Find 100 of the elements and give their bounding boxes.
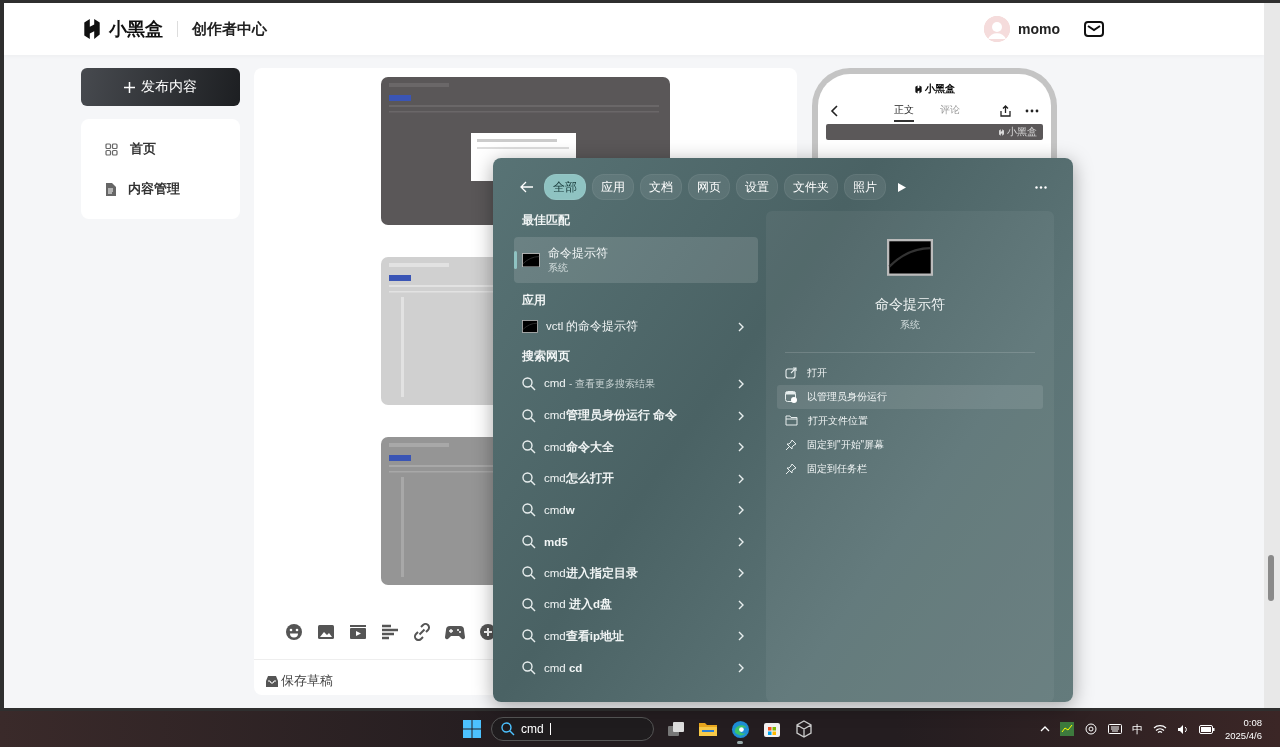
link-icon[interactable] bbox=[413, 623, 431, 641]
web-suggestion[interactable]: cmd - 查看更多搜索结果 bbox=[514, 368, 758, 400]
wifi-icon[interactable] bbox=[1153, 723, 1167, 735]
search-icon bbox=[522, 566, 536, 581]
preview-tab[interactable]: 正文 bbox=[894, 100, 914, 122]
search-icon bbox=[522, 377, 536, 392]
cube-icon bbox=[795, 720, 813, 738]
clock-date[interactable]: 2025/4/6 bbox=[1225, 729, 1262, 742]
banner-logo: 小黑盒 bbox=[1007, 125, 1037, 139]
chevron-right-icon bbox=[738, 568, 744, 579]
chevron-right-icon bbox=[738, 505, 744, 516]
best-match-item[interactable]: 命令提示符 系统 bbox=[514, 237, 758, 283]
folder-icon bbox=[785, 415, 798, 427]
filter-tab[interactable]: 全部 bbox=[544, 174, 586, 200]
plus-icon bbox=[124, 81, 135, 93]
windows-start-icon[interactable] bbox=[463, 720, 481, 738]
search-icon bbox=[522, 408, 536, 423]
menu-item[interactable]: 首页 bbox=[81, 129, 240, 169]
chevron-right-icon bbox=[738, 631, 744, 642]
image-icon[interactable] bbox=[317, 624, 335, 640]
chevron-up-icon[interactable] bbox=[1040, 726, 1050, 732]
input-method[interactable]: 中 bbox=[1132, 721, 1143, 737]
app-name: 命令提示符 bbox=[875, 295, 945, 314]
preview-logo: 小黑盒 bbox=[925, 82, 955, 96]
site-logo[interactable]: 小黑盒 bbox=[109, 17, 163, 41]
preview-tab[interactable]: 评论 bbox=[940, 100, 960, 122]
keyboard-icon[interactable] bbox=[1108, 724, 1122, 734]
web-suggestion[interactable]: cmdw bbox=[514, 494, 758, 526]
logo-icon bbox=[998, 128, 1005, 136]
search-icon bbox=[522, 440, 536, 455]
filter-tab[interactable]: 文件夹 bbox=[784, 174, 838, 200]
chevron-right-icon bbox=[738, 442, 744, 453]
more-icon[interactable] bbox=[1025, 109, 1039, 113]
username[interactable]: momo bbox=[1018, 21, 1060, 37]
browser-icon bbox=[730, 719, 750, 739]
search-icon bbox=[501, 722, 515, 736]
action-item[interactable]: 固定到"开始"屏幕 bbox=[777, 432, 1043, 457]
clock-time[interactable]: 0:08 bbox=[1243, 716, 1262, 729]
web-suggestion[interactable]: cmd查看ip地址 bbox=[514, 620, 758, 652]
web-suggestion[interactable]: cmd进入指定目录 bbox=[514, 557, 758, 589]
search-icon bbox=[522, 597, 536, 612]
web-suggestion[interactable]: cmd cd bbox=[514, 652, 758, 684]
task-view-icon bbox=[667, 721, 685, 737]
search-icon bbox=[522, 534, 536, 549]
web-suggestion[interactable]: cmd管理员身份运行 命令 bbox=[514, 400, 758, 432]
chevron-right-icon bbox=[738, 473, 744, 484]
video-icon[interactable] bbox=[349, 624, 367, 640]
action-item[interactable]: 打开 bbox=[777, 360, 1043, 385]
action-item[interactable]: 固定到任务栏 bbox=[777, 456, 1043, 481]
battery-icon[interactable] bbox=[1199, 724, 1215, 734]
section-heading: 最佳匹配 bbox=[521, 213, 571, 228]
section-heading: 应用 bbox=[521, 292, 547, 308]
filter-tab[interactable]: 设置 bbox=[736, 174, 778, 200]
grid-icon bbox=[105, 142, 118, 156]
pin-icon bbox=[785, 462, 797, 475]
web-suggestion[interactable]: cmd怎么打开 bbox=[514, 463, 758, 495]
save-draft-button[interactable]: 保存草稿 bbox=[266, 672, 333, 690]
search-icon bbox=[522, 660, 536, 675]
app-name: 命令提示符 bbox=[548, 245, 608, 261]
web-suggestion[interactable]: cmd 进入d盘 bbox=[514, 589, 758, 621]
search-field[interactable]: cmd bbox=[491, 717, 654, 741]
back-icon[interactable] bbox=[830, 105, 838, 117]
mail-icon[interactable] bbox=[1084, 21, 1104, 37]
filter-tab[interactable]: 照片 bbox=[844, 174, 886, 200]
search-icon bbox=[522, 471, 536, 486]
app-result[interactable]: vctl 的命令提示符 bbox=[514, 311, 758, 343]
align-left-icon[interactable] bbox=[381, 624, 399, 640]
logo-icon bbox=[914, 84, 923, 94]
store-icon bbox=[763, 720, 781, 738]
section-heading: 搜索网页 bbox=[521, 348, 571, 364]
back-arrow-icon[interactable] bbox=[520, 181, 534, 193]
web-suggestion[interactable]: cmd命令大全 bbox=[514, 431, 758, 463]
filter-tab[interactable]: 应用 bbox=[592, 174, 634, 200]
chevron-right-icon bbox=[738, 536, 744, 547]
volume-icon[interactable] bbox=[1177, 723, 1189, 735]
drawer-icon bbox=[266, 675, 278, 687]
chevron-right-icon bbox=[738, 321, 744, 332]
filter-tab[interactable]: 文档 bbox=[640, 174, 682, 200]
action-item[interactable]: 打开文件位置 bbox=[777, 408, 1043, 433]
publish-button[interactable]: 发布内容 bbox=[81, 68, 240, 106]
page-title: 创作者中心 bbox=[192, 19, 267, 39]
document-icon bbox=[105, 182, 116, 196]
chevron-right-icon bbox=[738, 410, 744, 421]
gamepad-icon[interactable] bbox=[445, 624, 465, 640]
action-item[interactable]: 以管理员身份运行 bbox=[777, 384, 1043, 409]
filter-tab[interactable]: 网页 bbox=[688, 174, 730, 200]
logo-icon bbox=[81, 18, 103, 40]
folder-icon bbox=[698, 721, 718, 737]
external-link-icon bbox=[785, 366, 797, 379]
chart-icon[interactable] bbox=[1060, 722, 1074, 736]
chevron-right-icon bbox=[738, 599, 744, 610]
menu-item[interactable]: 内容管理 bbox=[81, 169, 240, 209]
web-suggestion[interactable]: md5 bbox=[514, 526, 758, 558]
search-icon bbox=[522, 629, 536, 644]
play-icon[interactable] bbox=[898, 182, 906, 192]
scrollbar[interactable] bbox=[1264, 3, 1280, 708]
chevron-right-icon bbox=[738, 379, 744, 390]
terminal-icon bbox=[887, 239, 933, 276]
emoji-icon[interactable] bbox=[285, 623, 303, 641]
share-icon[interactable] bbox=[1000, 105, 1011, 117]
